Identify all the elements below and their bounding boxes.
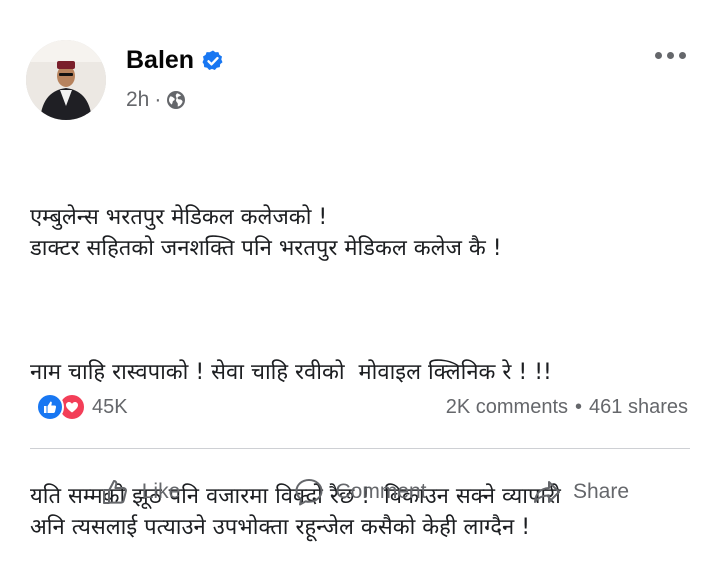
author-name[interactable]: Balen bbox=[126, 46, 194, 75]
like-button[interactable]: Like bbox=[30, 464, 250, 520]
more-dot bbox=[679, 52, 686, 59]
post-line: नाम चाहि रास्वपाको ! सेवा चाहि रवीको मोव… bbox=[30, 360, 552, 385]
like-label: Like bbox=[141, 480, 181, 503]
more-dot bbox=[655, 52, 662, 59]
post-actions: Like Comment Share bbox=[30, 464, 690, 520]
meta-separator: · bbox=[154, 88, 162, 111]
share-label: Share bbox=[572, 480, 630, 503]
post-meta: 2h · bbox=[126, 88, 186, 112]
comment-count[interactable]: 2K comments bbox=[446, 396, 568, 419]
engagement-stats: 45K 2K comments • 461 shares bbox=[36, 392, 688, 422]
comment-button[interactable]: Comment bbox=[250, 464, 470, 520]
post-paragraph: नाम चाहि रास्वपाको ! सेवा चाहि रवीको मोव… bbox=[30, 357, 700, 388]
comment-icon bbox=[295, 479, 323, 506]
share-count[interactable]: 461 shares bbox=[589, 396, 688, 419]
more-dot bbox=[667, 52, 674, 59]
divider bbox=[30, 448, 690, 449]
reaction-count[interactable]: 45K bbox=[92, 396, 128, 419]
stats-separator: • bbox=[575, 395, 583, 418]
share-button[interactable]: Share bbox=[470, 464, 690, 520]
post-line: डाक्टर सहितको जनशक्ति पनि भरतपुर मेडिकल … bbox=[30, 236, 502, 261]
post-paragraph: एम्बुलेन्स भरतपुर मेडिकल कलेजको ! डाक्टर … bbox=[30, 202, 700, 264]
like-reaction-icon bbox=[36, 393, 64, 421]
author-name-row: Balen bbox=[126, 46, 225, 75]
reaction-summary[interactable]: 45K bbox=[36, 393, 128, 421]
comment-share-counts: 2K comments • 461 shares bbox=[446, 396, 688, 419]
globe-icon[interactable] bbox=[166, 90, 186, 110]
comment-label: Comment bbox=[335, 480, 427, 503]
thumbs-up-icon bbox=[102, 480, 127, 504]
post-time[interactable]: 2h bbox=[126, 88, 149, 112]
verified-badge-icon bbox=[202, 50, 223, 70]
share-arrow-icon bbox=[533, 481, 560, 503]
author-avatar[interactable] bbox=[26, 40, 106, 120]
more-options-icon[interactable] bbox=[655, 52, 686, 59]
post-line: एम्बुलेन्स भरतपुर मेडिकल कलेजको ! bbox=[30, 205, 328, 230]
post-header: Balen 2h · bbox=[26, 40, 696, 120]
